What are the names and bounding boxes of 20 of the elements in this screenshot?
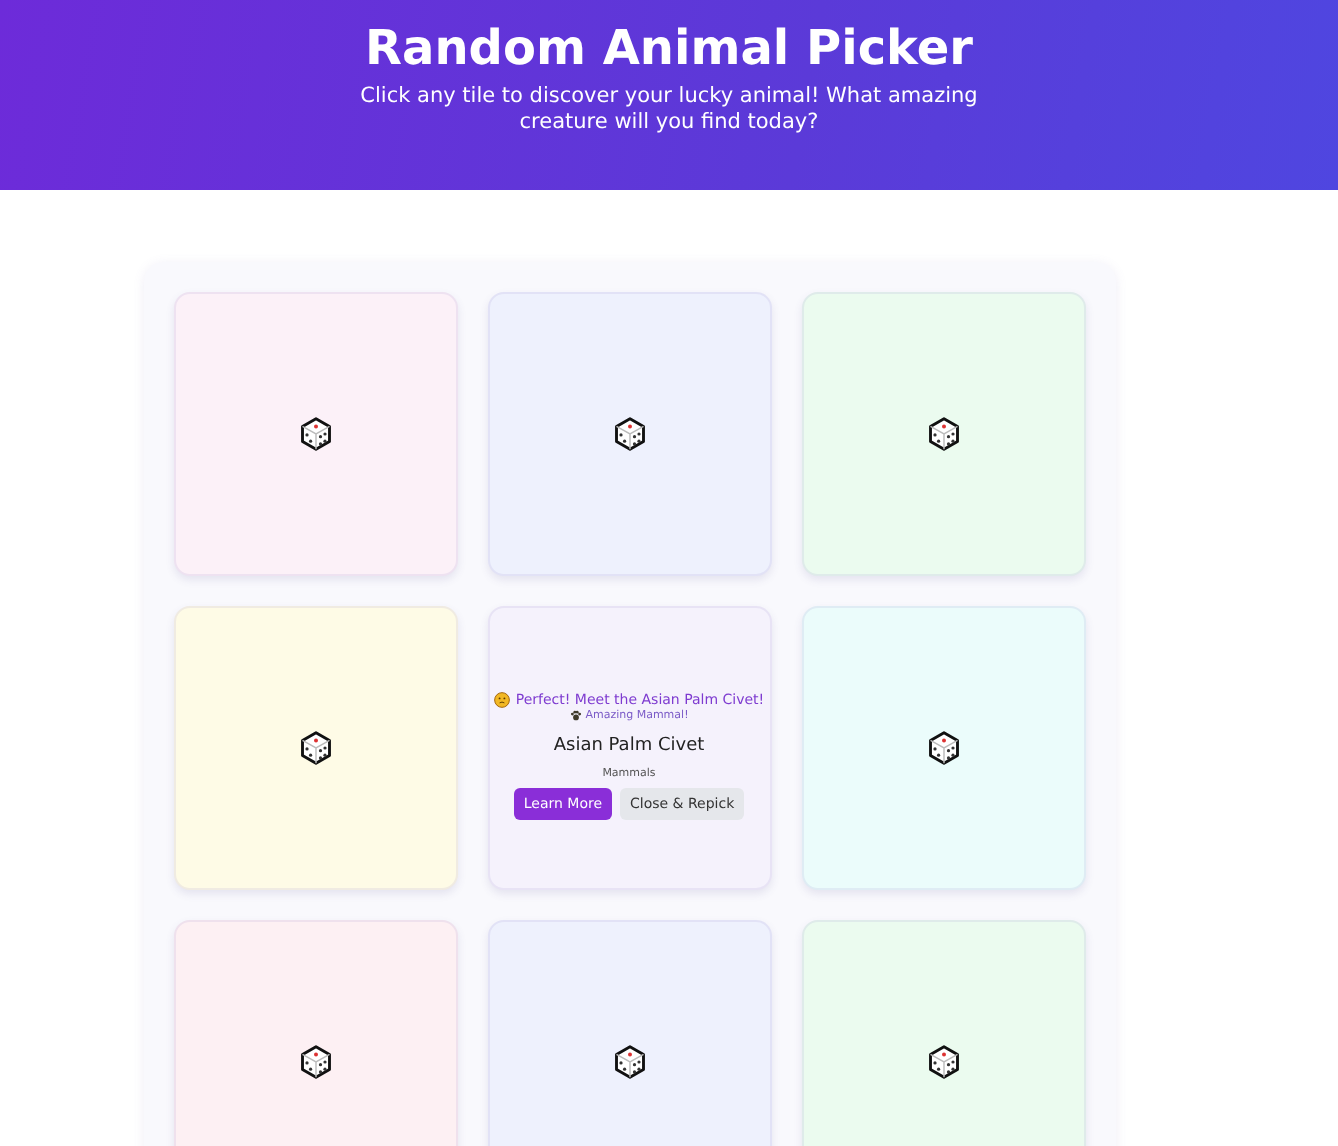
mystery-tile[interactable] <box>173 292 457 576</box>
page-title: Random Animal Picker <box>363 18 975 78</box>
face-icon <box>493 692 510 708</box>
dice-icon <box>611 416 647 452</box>
page-subtitle: Click any tile to discover your lucky animal! What amazing creature will you find today? <box>358 84 980 136</box>
dice-icon <box>297 730 333 766</box>
mystery-tile[interactable] <box>801 606 1085 890</box>
mystery-tile[interactable] <box>487 292 771 576</box>
mystery-tile[interactable] <box>801 920 1085 1146</box>
dice-icon <box>297 1044 333 1080</box>
dice-icon <box>925 730 961 766</box>
dice-icon <box>925 416 961 452</box>
dice-icon <box>611 1044 647 1080</box>
dice-icon <box>297 416 333 452</box>
mystery-tile[interactable] <box>173 606 457 890</box>
mystery-tile[interactable] <box>173 920 457 1146</box>
animal-name: Asian Palm Civet <box>553 736 705 756</box>
mystery-tile[interactable] <box>801 292 1085 576</box>
mystery-tile[interactable] <box>487 920 771 1146</box>
dice-icon <box>925 1044 961 1080</box>
